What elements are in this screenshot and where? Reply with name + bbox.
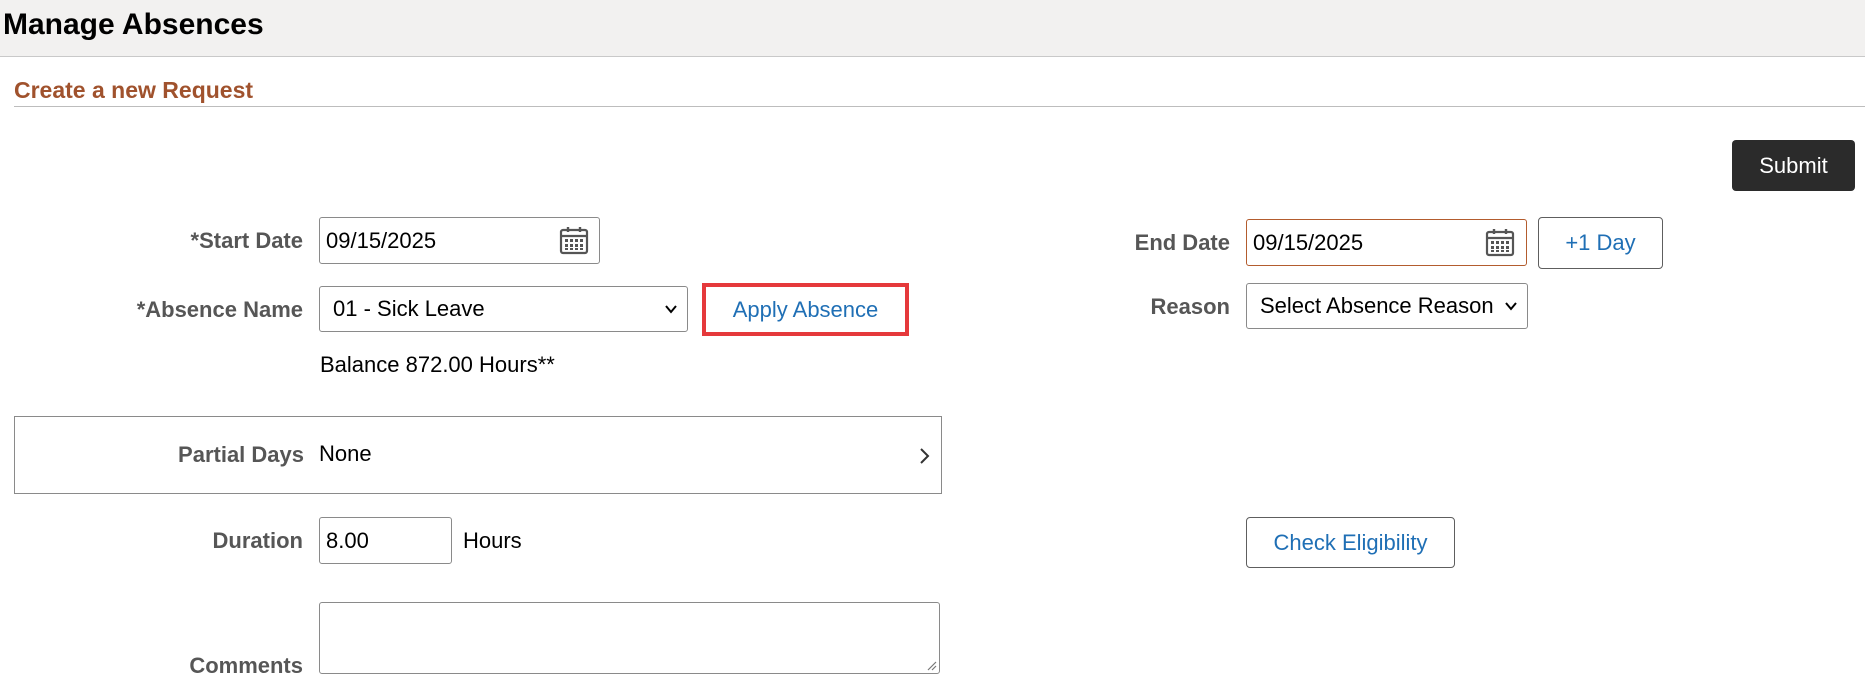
check-eligibility-button[interactable]: Check Eligibility — [1246, 517, 1455, 568]
apply-absence-button[interactable]: Apply Absence — [702, 283, 909, 336]
duration-unit: Hours — [463, 528, 522, 553]
calendar-icon[interactable] — [558, 224, 590, 256]
absence-name-value: 01 - Sick Leave — [333, 296, 485, 321]
chevron-right-icon[interactable] — [917, 447, 931, 465]
partial-days-value: None — [319, 441, 372, 466]
end-date-input[interactable]: 09/15/2025 — [1246, 219, 1527, 266]
duration-value: 8.00 — [326, 528, 369, 553]
comments-label: Comments — [189, 653, 303, 678]
end-date-label: End Date — [1134, 230, 1230, 255]
absence-name-label: *Absence Name — [136, 297, 303, 322]
balance-text: Balance 872.00 Hours** — [320, 352, 555, 377]
page-title: Manage Absences — [3, 8, 264, 41]
partial-days-label: Partial Days — [178, 442, 304, 467]
start-date-label: *Start Date — [190, 228, 303, 253]
reason-value: Select Absence Reason — [1260, 293, 1494, 318]
resize-grip-icon[interactable] — [925, 659, 937, 671]
chevron-down-icon — [1505, 302, 1517, 311]
calendar-icon[interactable] — [1484, 226, 1516, 258]
plus-one-day-button[interactable]: +1 Day — [1538, 217, 1663, 269]
start-date-value: 09/15/2025 — [326, 228, 437, 253]
chevron-down-icon — [665, 305, 677, 314]
start-date-input[interactable]: 09/15/2025 — [319, 217, 600, 264]
section-title: Create a new Request — [14, 77, 254, 103]
absence-name-select[interactable]: 01 - Sick Leave — [319, 286, 688, 332]
submit-button[interactable]: Submit — [1732, 140, 1855, 191]
duration-label: Duration — [212, 528, 303, 553]
comments-textarea[interactable] — [319, 602, 940, 674]
reason-select[interactable]: Select Absence Reason — [1246, 283, 1528, 329]
duration-input[interactable]: 8.00 — [319, 517, 452, 564]
end-date-value: 09/15/2025 — [1253, 230, 1364, 255]
reason-label: Reason — [1150, 294, 1230, 319]
section-divider — [14, 106, 1865, 107]
partial-days-row[interactable]: Partial Days None — [14, 416, 942, 494]
page-header: Manage Absences — [0, 0, 1865, 57]
